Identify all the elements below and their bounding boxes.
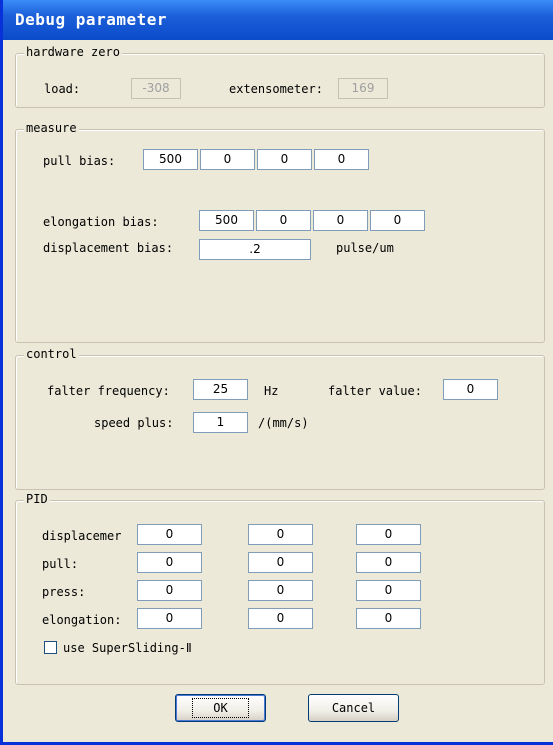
displacement-bias-field[interactable]: .2 [199, 239, 311, 260]
supersliding-checkbox[interactable] [44, 641, 57, 654]
falter-value-field[interactable]: 0 [443, 379, 498, 400]
pid-pull-i[interactable]: 0 [248, 552, 313, 573]
pid-elongation-i[interactable]: 0 [248, 608, 313, 629]
pull-bias-label: pull bias: [43, 154, 116, 168]
pid-displacement-i[interactable]: 0 [248, 524, 313, 545]
hardware-zero-group: hardware zero [15, 45, 545, 108]
pid-elongation-p[interactable]: 0 [137, 608, 202, 629]
speed-plus-label: speed plus: [94, 416, 174, 430]
elongation-bias-field-1[interactable]: 500 [199, 210, 254, 231]
falter-frequency-field[interactable]: 25 [193, 379, 248, 400]
pid-press-d[interactable]: 0 [356, 580, 421, 601]
debug-parameter-dialog: Debug parameter hardware zero load: -308… [0, 0, 553, 745]
control-legend: control [24, 347, 79, 361]
cancel-button[interactable]: Cancel [308, 694, 399, 722]
pid-row-label: displacemer [42, 529, 122, 543]
measure-legend: measure [24, 121, 79, 135]
extensometer-label: extensometer: [229, 82, 323, 96]
pid-pull-p[interactable]: 0 [137, 552, 202, 573]
pull-bias-field-1[interactable]: 500 [143, 149, 198, 170]
title-bar[interactable]: Debug parameter [3, 0, 553, 40]
pid-row-label: press: [42, 585, 86, 599]
pull-bias-field-4[interactable]: 0 [314, 149, 369, 170]
extensometer-field[interactable]: 169 [338, 78, 388, 99]
pull-bias-field-2[interactable]: 0 [200, 149, 255, 170]
supersliding-label: use SuperSliding-Ⅱ [63, 641, 192, 655]
ok-button-label: OK [192, 698, 249, 718]
load-label: load: [44, 82, 81, 96]
falter-frequency-unit: Hz [264, 384, 279, 398]
displacement-bias-label: displacement bias: [43, 241, 174, 255]
elongation-bias-field-3[interactable]: 0 [313, 210, 368, 231]
pid-press-p[interactable]: 0 [137, 580, 202, 601]
pid-row-label: elongation: [42, 613, 122, 627]
pid-legend: PID [24, 492, 50, 506]
pid-displacement-d[interactable]: 0 [356, 524, 421, 545]
pid-row-label: pull: [42, 557, 79, 571]
pid-pull-d[interactable]: 0 [356, 552, 421, 573]
displacement-bias-unit: pulse/um [336, 241, 394, 255]
elongation-bias-label: elongation bias: [43, 215, 159, 229]
pid-displacement-p[interactable]: 0 [137, 524, 202, 545]
window-title: Debug parameter [15, 10, 167, 29]
dialog-body: hardware zero load: -308 extensometer: 1… [6, 40, 553, 742]
speed-plus-unit: /(mm/s) [258, 416, 309, 430]
elongation-bias-field-2[interactable]: 0 [256, 210, 311, 231]
falter-frequency-label: falter frequency: [47, 384, 170, 398]
ok-button[interactable]: OK [175, 694, 266, 722]
pid-press-i[interactable]: 0 [248, 580, 313, 601]
speed-plus-field[interactable]: 1 [193, 412, 248, 433]
elongation-bias-field-4[interactable]: 0 [370, 210, 425, 231]
pid-elongation-d[interactable]: 0 [356, 608, 421, 629]
pull-bias-field-3[interactable]: 0 [257, 149, 312, 170]
load-field[interactable]: -308 [131, 78, 181, 99]
hardware-zero-legend: hardware zero [24, 45, 122, 59]
falter-value-label: falter value: [328, 384, 422, 398]
